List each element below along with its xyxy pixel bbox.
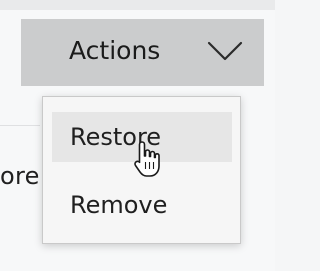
- divider-line: [0, 125, 40, 126]
- actions-menu: Restore Remove: [42, 96, 241, 244]
- menu-item-remove[interactable]: Remove: [52, 180, 232, 230]
- actions-button-label: Actions: [69, 36, 161, 65]
- actions-dropdown-button[interactable]: Actions: [21, 19, 264, 86]
- chevron-down-icon: [207, 41, 243, 61]
- menu-item-remove-label: Remove: [70, 191, 168, 219]
- menu-item-restore-label: Restore: [70, 123, 162, 151]
- top-strip: [0, 0, 275, 10]
- menu-item-restore[interactable]: Restore: [52, 112, 232, 162]
- background-partial-text: ore: [0, 162, 40, 190]
